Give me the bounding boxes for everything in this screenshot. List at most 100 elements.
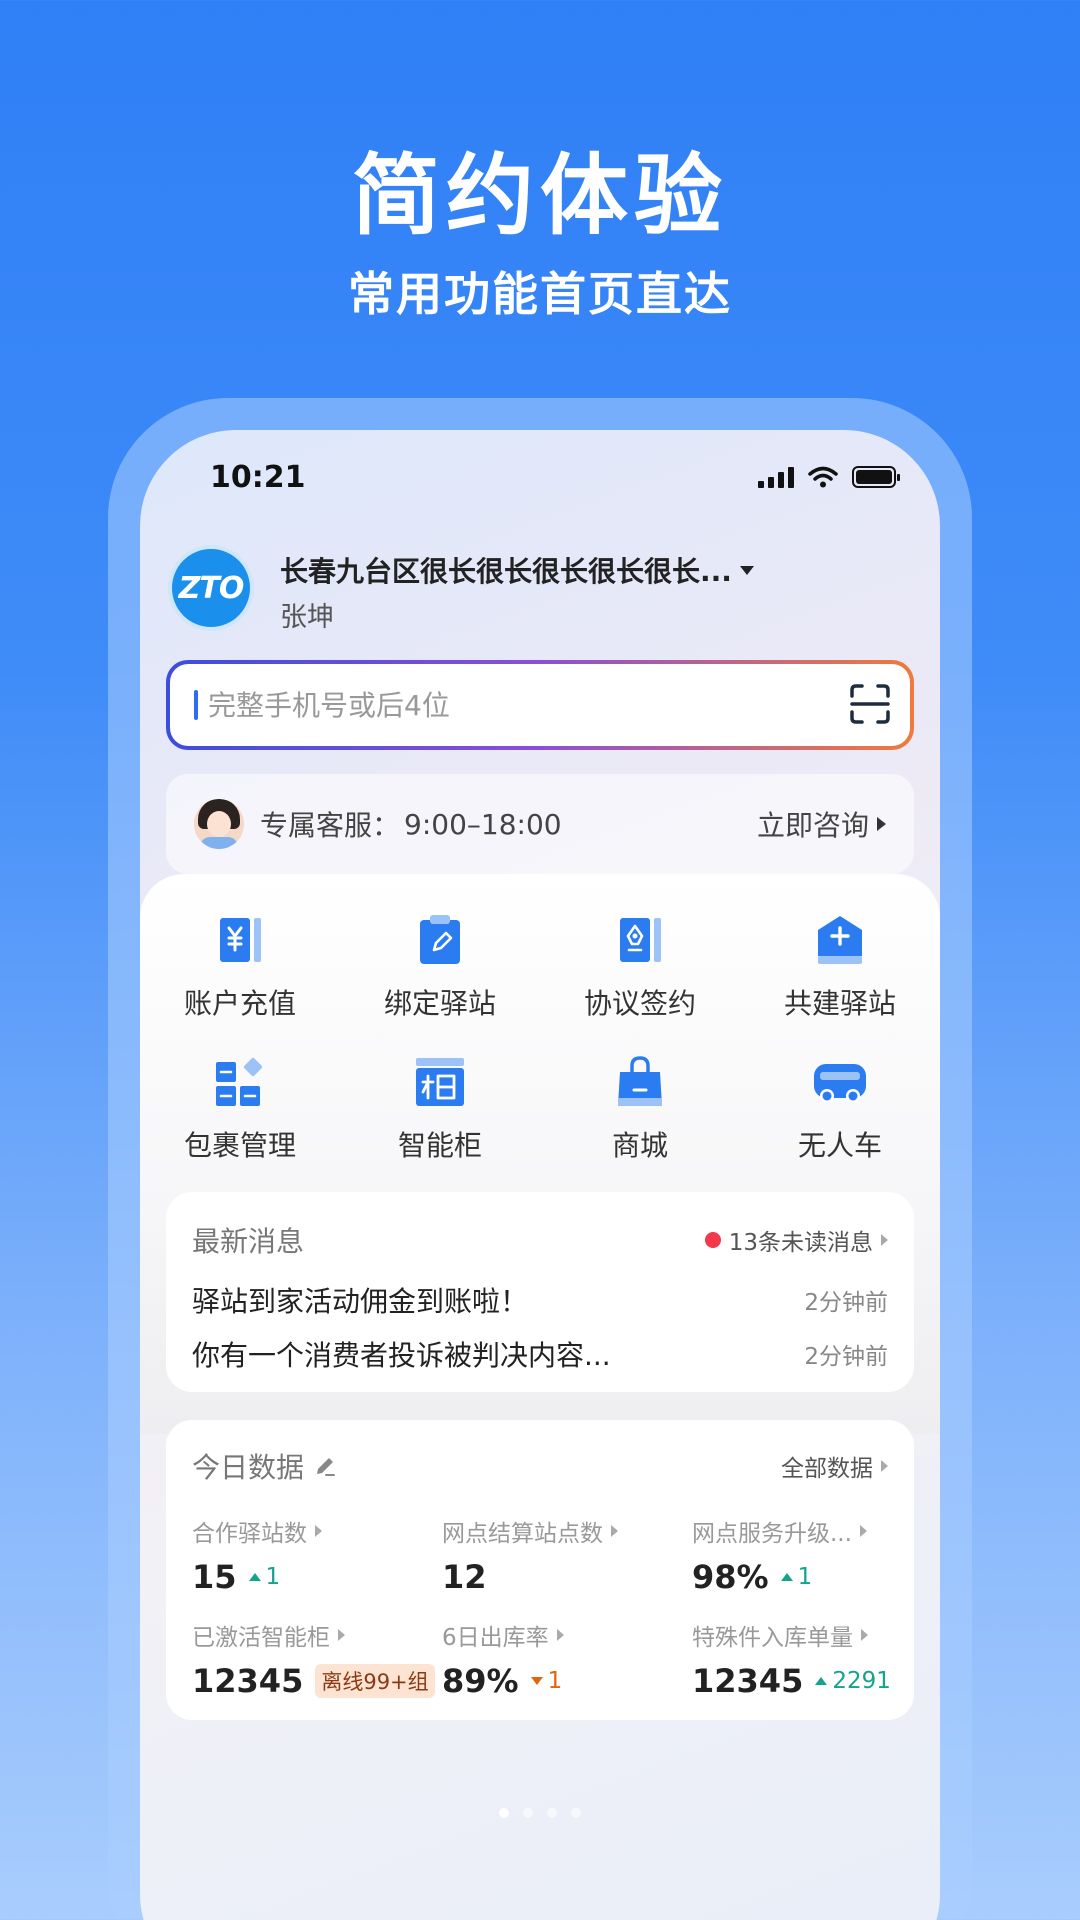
arrow-right-icon	[315, 1525, 322, 1537]
stat-outbound-rate[interactable]: 6日出库率 89% 1	[442, 1618, 692, 1700]
action-unmanned-vehicle[interactable]: 无人车	[740, 1052, 940, 1164]
status-icons	[758, 466, 900, 488]
message-item[interactable]: 驿站到家活动佣金到账啦！ 2分钟前	[192, 1280, 888, 1320]
latest-messages-card[interactable]: 最新消息 13条未读消息 驿站到家活动佣金到账啦！ 2分钟前 你有一个消费者投诉…	[166, 1192, 914, 1392]
stat-label: 特殊件入库单量	[692, 1625, 853, 1651]
promo-subline: 常用功能首页直达	[348, 267, 732, 321]
delta-value: 2291	[832, 1668, 891, 1694]
offline-tag: 离线99+组	[315, 1664, 435, 1698]
contract-sign-icon	[620, 918, 661, 962]
arrow-right-icon	[881, 1460, 888, 1472]
delta-value: 1	[797, 1564, 813, 1590]
trend-up-icon	[248, 1573, 261, 1581]
stat-label: 网点结算站点数	[442, 1521, 603, 1547]
unread-dot-icon	[704, 1232, 721, 1248]
wifi-icon	[808, 466, 838, 488]
trend-up-icon	[780, 1573, 793, 1581]
action-contract-sign[interactable]: 协议签约	[540, 910, 740, 1022]
action-label: 共建驿站	[783, 987, 896, 1020]
stat-label: 网点服务升级...	[692, 1521, 852, 1547]
unread-messages-link[interactable]: 13条未读消息	[704, 1223, 888, 1257]
phone-screen: 10:21 ZTO 长春九台区很长很长很长很长很长... 张坤 完整手机号或后4…	[140, 430, 940, 1920]
consult-button[interactable]: 立即咨询	[757, 804, 886, 844]
stat-value: 12	[442, 1558, 487, 1596]
battery-icon	[852, 466, 900, 488]
account-recharge-icon	[220, 918, 261, 962]
station-name: 长春九台区很长很长很长很长很长...	[280, 555, 732, 588]
action-label: 智能柜	[397, 1129, 482, 1162]
page-dot	[523, 1808, 533, 1818]
status-time: 10:21	[210, 460, 306, 495]
message-text: 你有一个消费者投诉被判决内容...	[192, 1339, 611, 1372]
stat-label: 合作驿站数	[192, 1521, 307, 1547]
station-selector[interactable]: 长春九台区很长很长很长很长很长...	[280, 550, 754, 590]
page-dot-active	[499, 1808, 509, 1818]
action-label: 账户充值	[183, 987, 296, 1020]
promo-headline: 简约体验	[351, 144, 728, 247]
stat-label: 6日出库率	[442, 1625, 549, 1651]
delta-value: 1	[547, 1668, 563, 1694]
action-co-build-station[interactable]: 共建驿站	[740, 910, 940, 1022]
stat-service-upgrade[interactable]: 网点服务升级... 98% 1	[692, 1514, 912, 1596]
text-cursor	[194, 690, 198, 720]
action-smart-locker[interactable]: 智能柜	[340, 1052, 540, 1164]
delta-value: 1	[265, 1564, 281, 1590]
phone-search-input[interactable]	[208, 688, 768, 722]
arrow-right-icon	[859, 1525, 867, 1537]
service-hours: 9:00–18:00	[404, 807, 562, 841]
stat-value: 12345	[192, 1662, 304, 1700]
smart-locker-icon	[416, 1058, 464, 1106]
action-account-recharge[interactable]: 账户充值	[140, 910, 340, 1022]
action-mall[interactable]: 商城	[540, 1052, 740, 1164]
action-label: 绑定驿站	[383, 987, 496, 1020]
action-label: 商城	[611, 1129, 668, 1162]
all-data-label: 全部数据	[781, 1456, 873, 1482]
stat-special-inbound[interactable]: 特殊件入库单量 12345 2291	[692, 1618, 912, 1700]
arrow-right-icon	[877, 817, 886, 831]
stat-delta-down: 1	[530, 1668, 563, 1694]
arrow-right-icon	[861, 1629, 868, 1641]
page-indicator	[140, 1808, 940, 1818]
stat-delta-up: 1	[248, 1564, 281, 1590]
today-data-title: 今日数据	[192, 1451, 305, 1484]
co-build-station-icon	[818, 916, 862, 964]
action-label: 协议签约	[583, 987, 696, 1020]
cellular-signal-icon	[758, 466, 794, 488]
edit-pencil-icon[interactable]	[314, 1455, 336, 1477]
action-label: 包裹管理	[183, 1129, 296, 1162]
stat-value: 98%	[692, 1558, 769, 1596]
service-label: 专属客服：	[260, 809, 401, 842]
stat-value: 89%	[442, 1662, 519, 1700]
page-dot	[571, 1808, 581, 1818]
action-parcel-manage[interactable]: 包裹管理	[140, 1052, 340, 1164]
message-time: 2分钟前	[804, 1344, 888, 1370]
stats-grid: 合作驿站数 15 1 网点结算站点数 12 网点服务升级... 98% 1 已激…	[192, 1514, 891, 1700]
scan-icon[interactable]	[848, 682, 892, 726]
stat-partner-stations[interactable]: 合作驿站数 15 1	[192, 1514, 442, 1596]
trend-down-icon	[530, 1677, 543, 1685]
stat-delta-up: 1	[780, 1564, 813, 1590]
message-time: 2分钟前	[804, 1290, 888, 1316]
caret-down-icon	[739, 565, 754, 575]
unread-count: 13条未读消息	[728, 1230, 873, 1256]
all-data-link[interactable]: 全部数据	[781, 1449, 888, 1483]
stat-value: 15	[192, 1558, 237, 1596]
stat-label: 已激活智能柜	[192, 1625, 330, 1651]
unmanned-vehicle-icon	[814, 1064, 866, 1103]
service-agent-avatar	[194, 799, 244, 849]
message-text: 驿站到家活动佣金到账啦！	[192, 1285, 529, 1318]
action-bind-station[interactable]: 绑定驿站	[340, 910, 540, 1022]
user-name: 张坤	[280, 602, 334, 633]
stat-value: 12345	[692, 1662, 804, 1700]
zto-logo: ZTO	[168, 545, 254, 631]
arrow-right-icon	[881, 1234, 888, 1246]
arrow-right-icon	[611, 1525, 618, 1537]
consult-label: 立即咨询	[756, 809, 869, 842]
message-item[interactable]: 你有一个消费者投诉被判决内容... 2分钟前	[192, 1334, 888, 1374]
stat-active-lockers[interactable]: 已激活智能柜 12345 离线99+组	[192, 1618, 442, 1700]
page-dot	[547, 1808, 557, 1818]
parcel-manage-icon	[216, 1057, 263, 1106]
stat-settlement-sites[interactable]: 网点结算站点数 12	[442, 1514, 692, 1596]
search-box	[166, 660, 914, 750]
stat-delta-up: 2291	[815, 1668, 891, 1694]
